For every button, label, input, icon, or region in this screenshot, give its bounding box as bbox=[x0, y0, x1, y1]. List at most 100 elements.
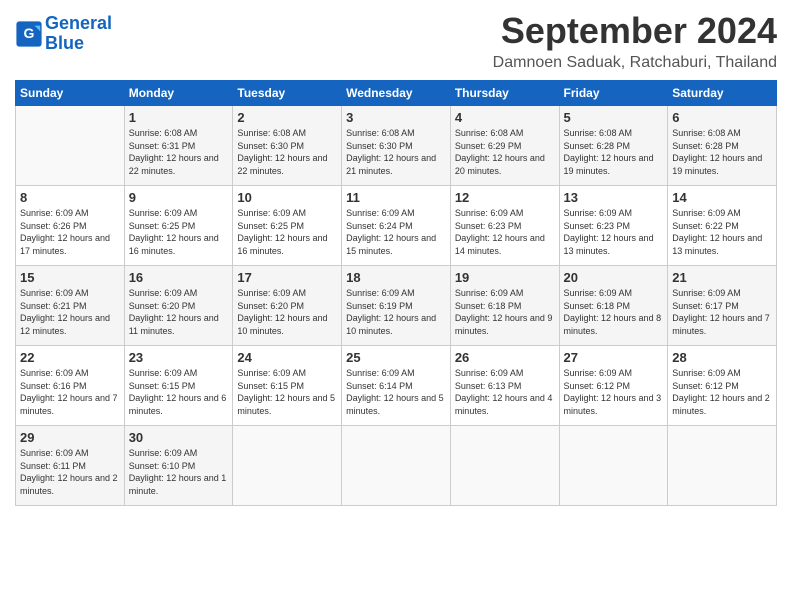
table-row: 28Sunrise: 6:09 AMSunset: 6:12 PMDayligh… bbox=[668, 346, 777, 426]
table-row: 17Sunrise: 6:09 AMSunset: 6:20 PMDayligh… bbox=[233, 266, 342, 346]
day-info: Sunrise: 6:08 AMSunset: 6:31 PMDaylight:… bbox=[129, 127, 229, 177]
day-number: 22 bbox=[20, 350, 120, 365]
day-info: Sunrise: 6:09 AMSunset: 6:21 PMDaylight:… bbox=[20, 287, 120, 337]
calendar-week-row: 15Sunrise: 6:09 AMSunset: 6:21 PMDayligh… bbox=[16, 266, 777, 346]
day-info: Sunrise: 6:08 AMSunset: 6:29 PMDaylight:… bbox=[455, 127, 555, 177]
calendar-week-row: 8 Sunrise: 6:09 AMSunset: 6:26 PMDaylight… bbox=[16, 186, 777, 266]
day-info: Sunrise: 6:09 AMSunset: 6:25 PMDaylight:… bbox=[129, 207, 229, 257]
day-number: 19 bbox=[455, 270, 555, 285]
table-row: 21Sunrise: 6:09 AMSunset: 6:17 PMDayligh… bbox=[668, 266, 777, 346]
day-info: Sunrise: 6:08 AMSunset: 6:28 PMDaylight:… bbox=[672, 127, 772, 177]
day-info: Sunrise: 6:09 AMSunset: 6:15 PMDaylight:… bbox=[237, 367, 337, 417]
day-info: Sunrise: 6:09 AMSunset: 6:26 PMDaylight:… bbox=[20, 207, 120, 257]
day-info: Sunrise: 6:09 AMSunset: 6:18 PMDaylight:… bbox=[564, 287, 664, 337]
day-number: 13 bbox=[564, 190, 664, 205]
table-row: 9 Sunrise: 6:09 AMSunset: 6:25 PMDaylight… bbox=[124, 186, 233, 266]
calendar-week-row: 1 Sunrise: 6:08 AMSunset: 6:31 PMDaylight… bbox=[16, 106, 777, 186]
day-number: 21 bbox=[672, 270, 772, 285]
calendar-header-row: Sunday Monday Tuesday Wednesday Thursday… bbox=[16, 81, 777, 106]
day-number: 14 bbox=[672, 190, 772, 205]
svg-text:G: G bbox=[24, 25, 35, 41]
header-saturday: Saturday bbox=[668, 81, 777, 106]
header-thursday: Thursday bbox=[450, 81, 559, 106]
table-row: 13 Sunrise: 6:09 AMSunset: 6:23 PMDayligh… bbox=[559, 186, 668, 266]
table-row: 18 Sunrise: 6:09 AMSunset: 6:19 PMDayligh… bbox=[342, 266, 451, 346]
day-info: Sunrise: 6:09 AMSunset: 6:12 PMDaylight:… bbox=[564, 367, 664, 417]
day-info: Sunrise: 6:09 AMSunset: 6:11 PMDaylight:… bbox=[20, 447, 120, 497]
day-info: Sunrise: 6:09 AMSunset: 6:13 PMDaylight:… bbox=[455, 367, 555, 417]
logo-icon: G bbox=[15, 20, 43, 48]
day-info: Sunrise: 6:08 AMSunset: 6:28 PMDaylight:… bbox=[564, 127, 664, 177]
day-number: 1 bbox=[129, 110, 229, 125]
header-tuesday: Tuesday bbox=[233, 81, 342, 106]
table-row: 12 Sunrise: 6:09 AMSunset: 6:23 PMDayligh… bbox=[450, 186, 559, 266]
day-number: 28 bbox=[672, 350, 772, 365]
logo-text: General Blue bbox=[45, 14, 112, 54]
day-number: 9 bbox=[129, 190, 229, 205]
table-row: 1 Sunrise: 6:08 AMSunset: 6:31 PMDaylight… bbox=[124, 106, 233, 186]
header-sunday: Sunday bbox=[16, 81, 125, 106]
table-row: 25 Sunrise: 6:09 AMSunset: 6:14 PMDayligh… bbox=[342, 346, 451, 426]
table-row: 23Sunrise: 6:09 AMSunset: 6:15 PMDayligh… bbox=[124, 346, 233, 426]
table-row bbox=[559, 426, 668, 506]
day-info: Sunrise: 6:09 AMSunset: 6:23 PMDaylight:… bbox=[564, 207, 664, 257]
table-row bbox=[342, 426, 451, 506]
table-row: 4Sunrise: 6:08 AMSunset: 6:29 PMDaylight… bbox=[450, 106, 559, 186]
table-row: 27 Sunrise: 6:09 AMSunset: 6:12 PMDayligh… bbox=[559, 346, 668, 426]
logo: G General Blue bbox=[15, 14, 112, 54]
calendar-week-row: 22 Sunrise: 6:09 AMSunset: 6:16 PMDayligh… bbox=[16, 346, 777, 426]
day-number: 10 bbox=[237, 190, 337, 205]
table-row: 5 Sunrise: 6:08 AMSunset: 6:28 PMDaylight… bbox=[559, 106, 668, 186]
table-row: 6 Sunrise: 6:08 AMSunset: 6:28 PMDaylight… bbox=[668, 106, 777, 186]
day-info: Sunrise: 6:09 AMSunset: 6:23 PMDaylight:… bbox=[455, 207, 555, 257]
day-number: 18 bbox=[346, 270, 446, 285]
calendar-week-row: 29 Sunrise: 6:09 AMSunset: 6:11 PMDayligh… bbox=[16, 426, 777, 506]
day-number: 30 bbox=[129, 430, 229, 445]
day-number: 25 bbox=[346, 350, 446, 365]
table-row bbox=[450, 426, 559, 506]
table-row: 8 Sunrise: 6:09 AMSunset: 6:26 PMDaylight… bbox=[16, 186, 125, 266]
table-row: 20 Sunrise: 6:09 AMSunset: 6:18 PMDayligh… bbox=[559, 266, 668, 346]
month-year-title: September 2024 bbox=[493, 10, 777, 52]
table-row bbox=[233, 426, 342, 506]
table-row: 10Sunrise: 6:09 AMSunset: 6:25 PMDayligh… bbox=[233, 186, 342, 266]
day-number: 17 bbox=[237, 270, 337, 285]
day-info: Sunrise: 6:09 AMSunset: 6:24 PMDaylight:… bbox=[346, 207, 446, 257]
day-number: 26 bbox=[455, 350, 555, 365]
day-info: Sunrise: 6:09 AMSunset: 6:14 PMDaylight:… bbox=[346, 367, 446, 417]
day-info: Sunrise: 6:09 AMSunset: 6:20 PMDaylight:… bbox=[129, 287, 229, 337]
table-row: 2Sunrise: 6:08 AMSunset: 6:30 PMDaylight… bbox=[233, 106, 342, 186]
header-monday: Monday bbox=[124, 81, 233, 106]
day-info: Sunrise: 6:09 AMSunset: 6:22 PMDaylight:… bbox=[672, 207, 772, 257]
day-number: 16 bbox=[129, 270, 229, 285]
day-number: 29 bbox=[20, 430, 120, 445]
day-info: Sunrise: 6:08 AMSunset: 6:30 PMDaylight:… bbox=[346, 127, 446, 177]
table-row: 14 Sunrise: 6:09 AMSunset: 6:22 PMDayligh… bbox=[668, 186, 777, 266]
calendar-table: Sunday Monday Tuesday Wednesday Thursday… bbox=[15, 80, 777, 506]
day-number: 5 bbox=[564, 110, 664, 125]
day-info: Sunrise: 6:09 AMSunset: 6:10 PMDaylight:… bbox=[129, 447, 229, 497]
day-info: Sunrise: 6:09 AMSunset: 6:16 PMDaylight:… bbox=[20, 367, 120, 417]
table-row: 11 Sunrise: 6:09 AMSunset: 6:24 PMDayligh… bbox=[342, 186, 451, 266]
day-number: 6 bbox=[672, 110, 772, 125]
day-number: 24 bbox=[237, 350, 337, 365]
table-row: 30 Sunrise: 6:09 AMSunset: 6:10 PMDayligh… bbox=[124, 426, 233, 506]
day-number: 8 bbox=[20, 190, 120, 205]
day-number: 27 bbox=[564, 350, 664, 365]
header: G General Blue September 2024 Damnoen Sa… bbox=[15, 10, 777, 72]
day-info: Sunrise: 6:08 AMSunset: 6:30 PMDaylight:… bbox=[237, 127, 337, 177]
table-row: 26 Sunrise: 6:09 AMSunset: 6:13 PMDayligh… bbox=[450, 346, 559, 426]
table-row: 3Sunrise: 6:08 AMSunset: 6:30 PMDaylight… bbox=[342, 106, 451, 186]
table-row bbox=[668, 426, 777, 506]
day-number: 12 bbox=[455, 190, 555, 205]
day-info: Sunrise: 6:09 AMSunset: 6:15 PMDaylight:… bbox=[129, 367, 229, 417]
table-row: 24 Sunrise: 6:09 AMSunset: 6:15 PMDayligh… bbox=[233, 346, 342, 426]
title-section: September 2024 Damnoen Saduak, Ratchabur… bbox=[493, 10, 777, 72]
table-row bbox=[16, 106, 125, 186]
table-row: 22 Sunrise: 6:09 AMSunset: 6:16 PMDayligh… bbox=[16, 346, 125, 426]
day-number: 20 bbox=[564, 270, 664, 285]
table-row: 19Sunrise: 6:09 AMSunset: 6:18 PMDayligh… bbox=[450, 266, 559, 346]
day-info: Sunrise: 6:09 AMSunset: 6:19 PMDaylight:… bbox=[346, 287, 446, 337]
day-number: 11 bbox=[346, 190, 446, 205]
header-wednesday: Wednesday bbox=[342, 81, 451, 106]
